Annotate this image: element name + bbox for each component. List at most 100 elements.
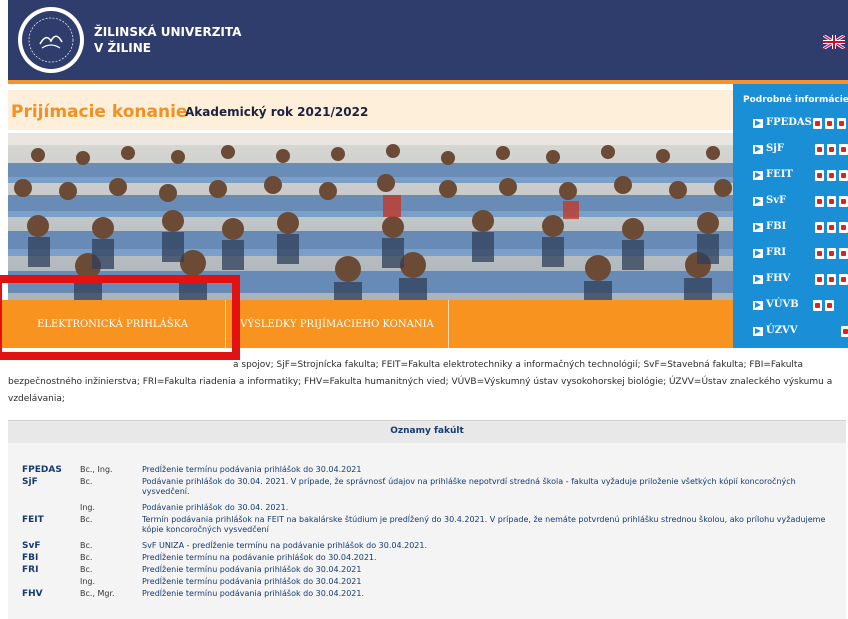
sidebar-item-label: ÚZVV: [766, 325, 798, 336]
announcement-text[interactable]: Podávanie prihlášok do 30.04. 2021. V pr…: [142, 477, 842, 497]
arrow-icon: [753, 197, 763, 206]
sidebar-item-label: FBI: [766, 221, 787, 232]
announcement-degree: Bc.: [80, 565, 93, 574]
sidebar-item-label: FPEDAS: [766, 117, 812, 128]
pdf-icon[interactable]: [827, 144, 836, 155]
arrow-icon: [753, 249, 763, 258]
announcement-text[interactable]: Predĺženie termínu na podávanie prihlášo…: [142, 553, 842, 563]
highlight-annotation-box: [0, 275, 240, 360]
arrow-icon: [753, 327, 763, 336]
pdf-icon[interactable]: [815, 274, 824, 285]
sidebar-item-fri[interactable]: FRI: [733, 242, 848, 268]
sidebar-item-úzvv[interactable]: ÚZVV: [733, 320, 848, 346]
legend-line-2: bezpečnostného inžinierstva; FRI=Fakulta…: [8, 377, 833, 387]
university-logo-icon[interactable]: [18, 7, 84, 73]
pdf-icon[interactable]: [813, 118, 822, 129]
pdf-icon[interactable]: [813, 300, 822, 311]
announcements-header: Oznamy fakúlt: [8, 420, 846, 443]
pdf-icon[interactable]: [815, 196, 824, 207]
legend-line-1: a spojov; SjF=Strojnícka fakulta; FEIT=F…: [233, 360, 803, 370]
pdf-icon[interactable]: [825, 300, 834, 311]
announcement-text[interactable]: Predĺženie termínu podávania prihlášok d…: [142, 589, 842, 599]
university-name-line1: ŽILINSKÁ UNIVERZITA: [94, 25, 242, 39]
pdf-icon[interactable]: [839, 222, 848, 233]
announcement-faculty: FHV: [22, 589, 43, 599]
faculty-info-sidebar: Podrobné informácie FPEDAS SjF FEIT SvF FBI F…: [733, 84, 848, 348]
announcement-text[interactable]: Predĺženie termínu podávania prihlášok d…: [142, 565, 842, 575]
pdf-icon[interactable]: [827, 196, 836, 207]
sidebar-item-sjf[interactable]: SjF: [733, 138, 848, 164]
pdf-icon[interactable]: [815, 248, 824, 259]
sidebar-item-label: SvF: [766, 195, 787, 206]
announcement-degree: Ing.: [80, 577, 96, 586]
arrow-icon: [753, 171, 763, 180]
pdf-icon[interactable]: [839, 196, 848, 207]
announcement-faculty: FPEDAS: [22, 465, 62, 475]
sidebar-item-feit[interactable]: FEIT: [733, 164, 848, 190]
pdf-icon[interactable]: [827, 222, 836, 233]
announcement-text[interactable]: Termín podávania prihlášok na FEIT na ba…: [142, 515, 842, 535]
pdf-icon[interactable]: [827, 248, 836, 259]
header-divider: [8, 80, 848, 84]
announcement-degree: Ing.: [80, 503, 96, 512]
sidebar-item-svf[interactable]: SvF: [733, 190, 848, 216]
pdf-icon[interactable]: [837, 118, 846, 129]
announcement-text[interactable]: Predĺženie termínu podávania prihlášok d…: [142, 465, 842, 475]
arrow-icon: [753, 119, 763, 128]
announcement-degree: Bc., Mgr.: [80, 589, 115, 598]
sidebar-item-fbi[interactable]: FBI: [733, 216, 848, 242]
pdf-icon[interactable]: [841, 326, 848, 337]
university-name[interactable]: ŽILINSKÁ UNIVERZITA V ŽILINE: [94, 24, 241, 56]
pdf-icon[interactable]: [815, 170, 824, 181]
pdf-icon[interactable]: [839, 170, 848, 181]
sidebar-item-fpedas[interactable]: FPEDAS: [733, 112, 848, 138]
admission-results-button[interactable]: VÝSLEDKY PRIJÍMACIEHO KONANIA: [226, 300, 448, 348]
announcement-faculty: FBI: [22, 553, 39, 563]
sidebar-item-label: FEIT: [766, 169, 793, 180]
pdf-icon[interactable]: [839, 144, 848, 155]
announcements-title: Oznamy fakúlt: [390, 426, 464, 436]
arrow-icon: [753, 223, 763, 232]
pdf-icon[interactable]: [827, 170, 836, 181]
site-header: ŽILINSKÁ UNIVERZITA V ŽILINE: [0, 0, 848, 84]
title-row: Prijímacie konanie Akademický rok 2021/2…: [8, 90, 733, 130]
sidebar-item-label: SjF: [766, 143, 784, 154]
announcement-faculty: FRI: [22, 565, 39, 575]
pdf-icon[interactable]: [815, 222, 824, 233]
pdf-icon[interactable]: [839, 248, 848, 259]
university-name-line2: V ŽILINE: [94, 41, 151, 55]
announcement-faculty: FEIT: [22, 515, 44, 525]
page-title: Prijímacie konanie: [11, 102, 188, 122]
announcement-faculty: SvF: [22, 541, 41, 551]
legend-line-3: vzdelávania;: [8, 394, 65, 404]
announcement-faculty: SjF: [22, 477, 38, 487]
sidebar-item-label: VÚVB: [766, 299, 799, 310]
announcement-text[interactable]: Podávanie prihlášok do 30.04. 2021.: [142, 503, 842, 513]
arrow-icon: [753, 301, 763, 310]
sidebar-item-label: FHV: [766, 273, 791, 284]
sidebar-title: Podrobné informácie: [743, 95, 848, 105]
pdf-icon[interactable]: [825, 118, 834, 129]
uk-flag-icon[interactable]: [823, 35, 845, 49]
arrow-icon: [753, 145, 763, 154]
announcement-text[interactable]: Predĺženie termínu podávania prihlášok d…: [142, 577, 842, 587]
academic-year: Akademický rok 2021/2022: [185, 105, 369, 119]
announcement-degree: Bc.: [80, 553, 93, 562]
pdf-icon[interactable]: [815, 144, 824, 155]
band-divider: [448, 300, 449, 348]
announcement-degree: Bc.: [80, 515, 93, 524]
pdf-icon[interactable]: [827, 274, 836, 285]
admission-results-label: VÝSLEDKY PRIJÍMACIEHO KONANIA: [240, 318, 434, 330]
announcement-text[interactable]: SvF UNIZA - predĺženie termínu na podáva…: [142, 541, 842, 551]
sidebar-item-vúvb[interactable]: VÚVB: [733, 294, 848, 320]
announcement-degree: Bc.: [80, 541, 93, 550]
announcement-degree: Bc.: [80, 477, 93, 486]
announcement-degree: Bc., Ing.: [80, 465, 113, 474]
arrow-icon: [753, 275, 763, 284]
pdf-icon[interactable]: [839, 274, 848, 285]
faculty-abbreviation-legend: a spojov; SjF=Strojnícka fakulta; FEIT=F…: [8, 357, 846, 408]
sidebar-item-fhv[interactable]: FHV: [733, 268, 848, 294]
announcements-list: FPEDAS Bc., Ing. Predĺženie termínu podáva…: [8, 443, 846, 619]
sidebar-item-label: FRI: [766, 247, 787, 258]
header-background: ŽILINSKÁ UNIVERZITA V ŽILINE: [8, 0, 848, 80]
